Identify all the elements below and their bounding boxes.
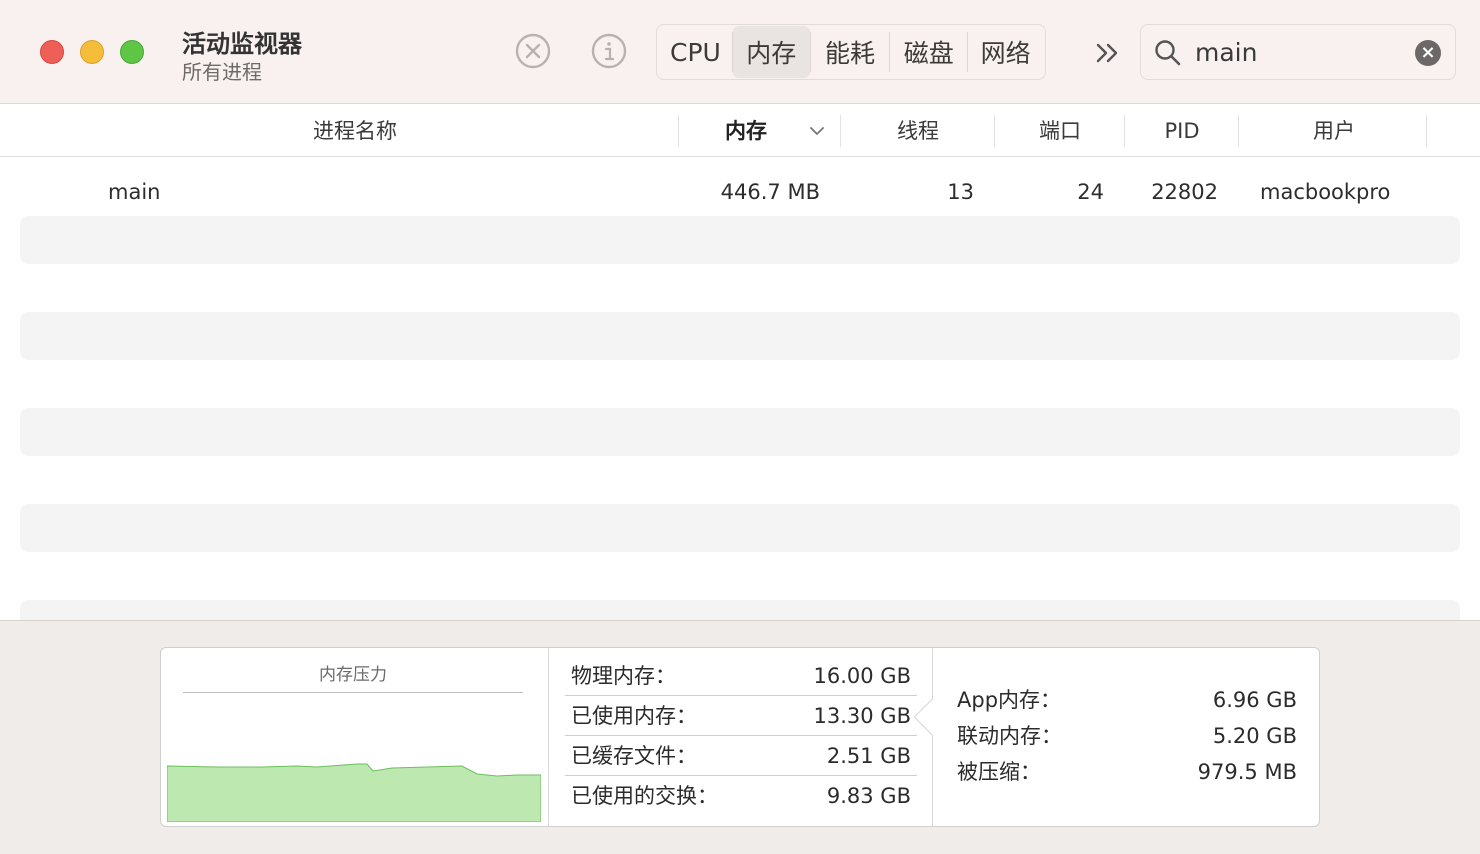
- memory-pressure-section: 内存压力: [161, 648, 549, 826]
- column-header-name[interactable]: 进程名称: [0, 105, 710, 157]
- stop-process-icon[interactable]: [514, 32, 552, 70]
- empty-row-stripe: [20, 216, 1460, 264]
- threads-cell: 13: [947, 180, 974, 204]
- stat-value: 979.5 MB: [1197, 760, 1297, 784]
- window-title: 活动监视器: [182, 30, 302, 58]
- memory-pressure-graph: [167, 756, 541, 822]
- column-divider: [1124, 115, 1125, 147]
- close-window-button[interactable]: [40, 40, 64, 64]
- stat-compressed: 被压缩： 979.5 MB: [957, 754, 1297, 790]
- tab-disk[interactable]: 磁盘: [890, 26, 967, 78]
- search-input[interactable]: [1195, 33, 1405, 71]
- column-header-threads[interactable]: 线程: [842, 105, 994, 157]
- chevron-double-right-icon[interactable]: [1092, 38, 1124, 68]
- search-field[interactable]: ×: [1140, 24, 1456, 80]
- stat-label: 已使用的交换：: [571, 784, 718, 808]
- memory-cell: 446.7 MB: [720, 180, 820, 204]
- stat-label: 已使用内存：: [571, 704, 697, 728]
- empty-row-stripe: [20, 408, 1460, 456]
- process-name-cell: main: [108, 180, 161, 204]
- column-header-user[interactable]: 用户: [1240, 105, 1428, 157]
- memory-usage-section: 物理内存： 16.00 GB 已使用内存： 13.30 GB 已缓存文件： 2.…: [549, 648, 933, 826]
- stat-value: 6.96 GB: [1212, 688, 1297, 712]
- tab-network[interactable]: 网络: [968, 26, 1043, 78]
- pid-cell: 22802: [1151, 180, 1218, 204]
- tab-cpu[interactable]: CPU: [659, 26, 732, 78]
- stat-physical-memory: 物理内存： 16.00 GB: [565, 656, 917, 696]
- stat-value: 9.83 GB: [826, 784, 911, 808]
- stat-value: 2.51 GB: [826, 744, 911, 768]
- info-icon[interactable]: [590, 32, 628, 70]
- table-header: 进程名称 内存 线程 端口 PID 用户: [0, 105, 1480, 157]
- stat-label: 已缓存文件：: [571, 744, 697, 768]
- window-subtitle: 所有进程: [182, 60, 262, 84]
- pressure-baseline: [183, 692, 523, 693]
- clear-icon[interactable]: ×: [1415, 40, 1441, 66]
- memory-pressure-title: 内存压力: [319, 665, 387, 685]
- stat-cached-files: 已缓存文件： 2.51 GB: [565, 736, 917, 776]
- memory-summary-panel: 内存压力 物理内存： 16.00 GB 已使用内存： 13.30 GB 已缓存文…: [0, 620, 1480, 854]
- stat-value: 16.00 GB: [813, 664, 911, 688]
- zoom-window-button[interactable]: [120, 40, 144, 64]
- chevron-down-icon: [808, 122, 826, 140]
- column-divider: [678, 115, 679, 147]
- stat-value: 13.30 GB: [813, 704, 911, 728]
- stat-label: 联动内存：: [957, 724, 1062, 748]
- empty-row-stripe: [20, 600, 1460, 620]
- stat-value: 5.20 GB: [1212, 724, 1297, 748]
- stat-app-memory: App内存： 6.96 GB: [957, 682, 1297, 718]
- view-tabs: CPU 内存 能耗 磁盘 网络: [656, 24, 1046, 80]
- empty-row-stripe: [20, 312, 1460, 360]
- column-header-pid[interactable]: PID: [1126, 105, 1238, 157]
- stat-used-memory: 已使用内存： 13.30 GB: [565, 696, 917, 736]
- toolbar: 活动监视器 所有进程 CPU 内存 能耗 磁盘 网络 ×: [0, 0, 1480, 104]
- search-icon: [1153, 38, 1183, 68]
- table-row[interactable]: main 446.7 MB 13 24 22802 macbookpro: [0, 168, 1480, 216]
- column-divider: [994, 115, 995, 147]
- column-divider: [1238, 115, 1239, 147]
- user-cell: macbookpro: [1260, 180, 1391, 204]
- column-header-memory[interactable]: 内存: [690, 105, 802, 157]
- empty-row-stripe: [20, 504, 1460, 552]
- column-header-ports[interactable]: 端口: [996, 105, 1124, 157]
- column-divider: [1426, 115, 1427, 147]
- memory-breakdown-section: App内存： 6.96 GB 联动内存： 5.20 GB 被压缩： 979.5 …: [933, 648, 1319, 826]
- memory-stats-box: 内存压力 物理内存： 16.00 GB 已使用内存： 13.30 GB 已缓存文…: [160, 647, 1320, 827]
- tab-energy[interactable]: 能耗: [811, 26, 890, 78]
- stat-swap-used: 已使用的交换： 9.83 GB: [565, 776, 917, 816]
- stat-label: 被压缩：: [957, 760, 1041, 784]
- stat-label: 物理内存：: [571, 664, 676, 688]
- ports-cell: 24: [1077, 180, 1104, 204]
- stat-wired-memory: 联动内存： 5.20 GB: [957, 718, 1297, 754]
- stat-label: App内存：: [957, 688, 1062, 712]
- tab-memory[interactable]: 内存: [732, 26, 810, 78]
- column-divider: [840, 115, 841, 147]
- minimize-window-button[interactable]: [80, 40, 104, 64]
